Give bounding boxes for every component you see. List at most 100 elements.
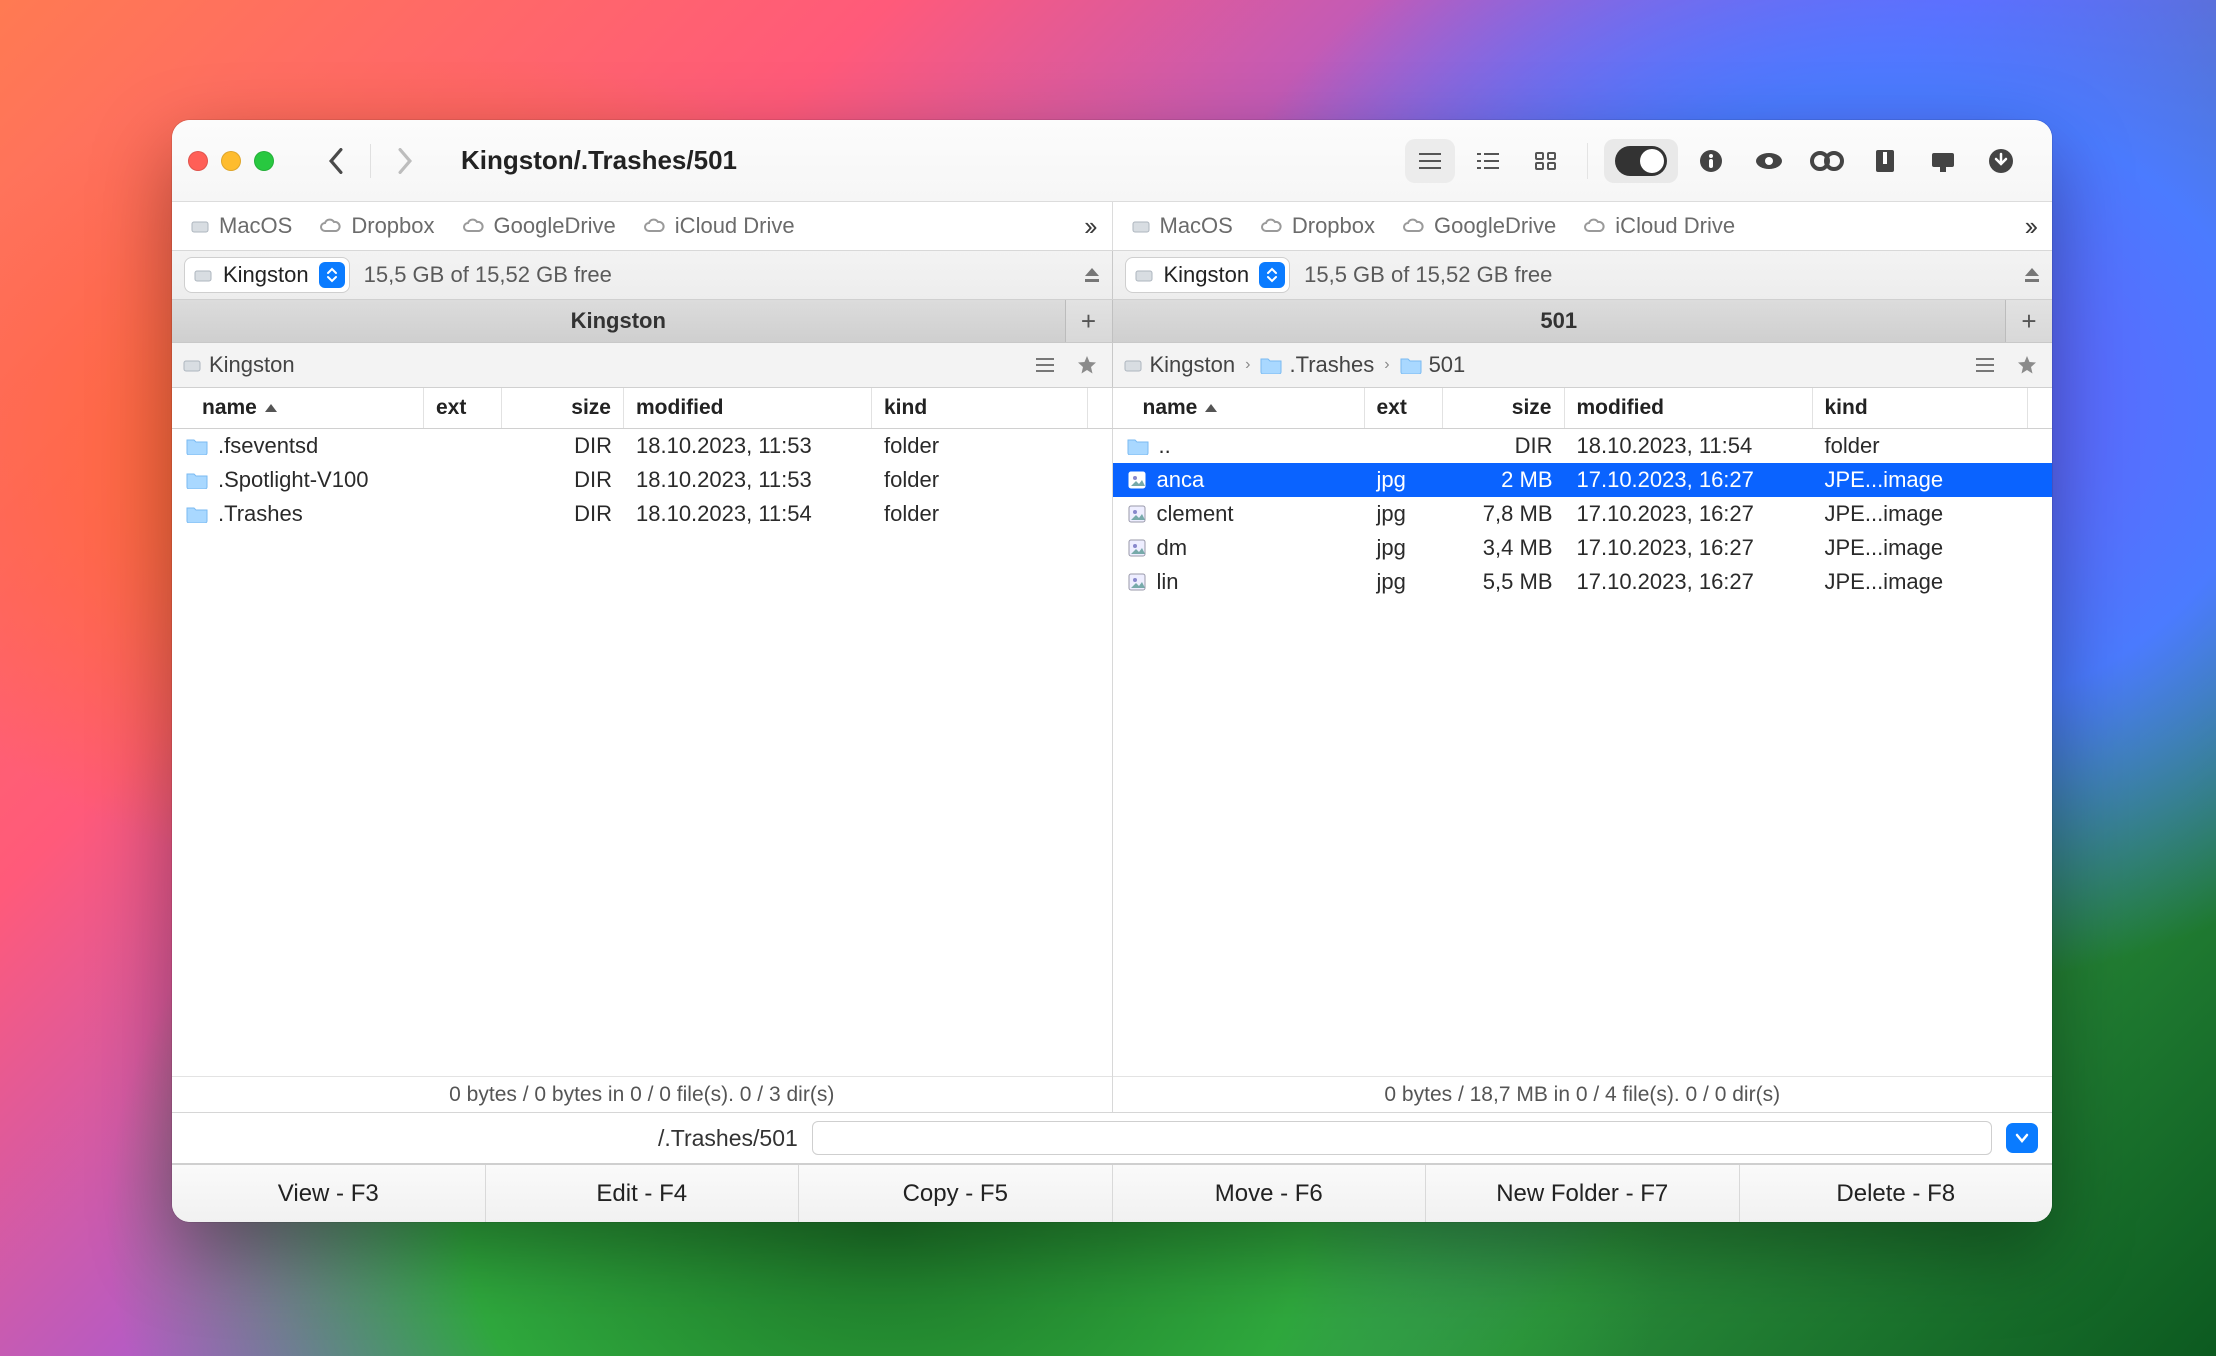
drive-row: Kingston 15,5 GB of 15,52 GB free Kingst… — [172, 251, 2052, 300]
col-size[interactable]: size — [1443, 388, 1565, 428]
file-panel-left: .fseventsdDIR18.10.2023, 11:53folder.Spo… — [172, 429, 1112, 1112]
minimize-button[interactable] — [221, 151, 241, 171]
eject-left-button[interactable] — [1082, 265, 1102, 285]
new-tab-right-button[interactable]: + — [2006, 300, 2052, 342]
col-kind[interactable]: kind — [872, 388, 1088, 428]
file-row[interactable]: linjpg5,5 MB17.10.2023, 16:27JPE...image — [1113, 565, 2053, 599]
favorites-left: MacOS Dropbox GoogleDrive iCloud Drive ›› — [172, 202, 1112, 250]
col-name[interactable]: name — [172, 388, 424, 428]
col-kind[interactable]: kind — [1813, 388, 2029, 428]
favorite-item[interactable]: GoogleDrive — [1401, 213, 1556, 239]
view-list-button[interactable] — [1405, 139, 1455, 183]
fkey-button[interactable]: New Folder - F7 — [1426, 1165, 1740, 1222]
breadcrumb-item[interactable]: Kingston — [1123, 352, 1236, 378]
download-button[interactable] — [1976, 139, 2026, 183]
info-button[interactable] — [1686, 139, 1736, 183]
close-button[interactable] — [188, 151, 208, 171]
forward-button[interactable] — [377, 137, 433, 185]
search-button[interactable] — [1802, 139, 1852, 183]
drive-selector-left[interactable]: Kingston — [184, 257, 350, 293]
tab-left[interactable]: Kingston — [172, 300, 1066, 342]
file-row[interactable]: .fseventsdDIR18.10.2023, 11:53folder — [172, 429, 1112, 463]
fkey-button[interactable]: Move - F6 — [1113, 1165, 1427, 1222]
list-mode-icon[interactable] — [1966, 348, 2004, 382]
view-columns-button[interactable] — [1463, 139, 1513, 183]
hidden-files-toggle[interactable] — [1604, 139, 1678, 183]
path-input[interactable] — [812, 1121, 1992, 1155]
file-row[interactable]: .TrashesDIR18.10.2023, 11:54folder — [172, 497, 1112, 531]
favorite-item[interactable]: iCloud Drive — [642, 213, 795, 239]
breadcrumb-item[interactable]: 501 — [1400, 352, 1466, 378]
file-row[interactable]: .Spotlight-V100DIR18.10.2023, 11:53folde… — [172, 463, 1112, 497]
app-window: Kingston /.Trashes/501 — [172, 120, 2052, 1222]
col-ext[interactable]: ext — [1365, 388, 1443, 428]
breadcrumb-item[interactable]: .Trashes — [1260, 352, 1374, 378]
favorites-row: MacOS Dropbox GoogleDrive iCloud Drive ›› Ma… — [172, 202, 2052, 251]
col-scroll — [1088, 388, 1112, 428]
zoom-button[interactable] — [254, 151, 274, 171]
col-modified[interactable]: modified — [1565, 388, 1813, 428]
favorite-item[interactable]: iCloud Drive — [1582, 213, 1735, 239]
file-panel-right: ..DIR18.10.2023, 11:54folderancajpg2 MB1… — [1112, 429, 2053, 1112]
view-icons-button[interactable] — [1521, 139, 1571, 183]
favorite-star-icon[interactable] — [1068, 348, 1106, 382]
file-panels: .fseventsdDIR18.10.2023, 11:53folder.Spo… — [172, 429, 2052, 1112]
col-modified[interactable]: modified — [624, 388, 872, 428]
list-mode-icon[interactable] — [1026, 348, 1064, 382]
path-dropdown-button[interactable] — [2006, 1123, 2038, 1153]
file-list-left[interactable]: .fseventsdDIR18.10.2023, 11:53folder.Spo… — [172, 429, 1112, 1076]
eject-right-button[interactable] — [2022, 265, 2042, 285]
col-size[interactable]: size — [502, 388, 624, 428]
file-row[interactable]: ancajpg2 MB17.10.2023, 16:27JPE...image — [1113, 463, 2053, 497]
share-button[interactable] — [1918, 139, 1968, 183]
window-title: Kingston/.Trashes/501 — [443, 145, 1395, 176]
breadcrumb-item[interactable]: Kingston — [182, 352, 295, 378]
breadcrumb-separator: › — [1384, 356, 1389, 374]
free-space-right: 15,5 GB of 15,52 GB free — [1304, 262, 1552, 288]
favorite-star-icon[interactable] — [2008, 348, 2046, 382]
tab-right[interactable]: 501 — [1113, 300, 2007, 342]
columns-row: name ext size modified kind name ext siz… — [172, 388, 2052, 429]
chevron-updown-icon — [1259, 262, 1285, 288]
free-space-left: 15,5 GB of 15,52 GB free — [364, 262, 612, 288]
favorite-item[interactable]: GoogleDrive — [461, 213, 616, 239]
archive-button[interactable] — [1860, 139, 1910, 183]
separator — [1587, 143, 1588, 179]
col-name[interactable]: name — [1113, 388, 1365, 428]
disk-icon — [193, 265, 213, 285]
window-controls — [188, 151, 292, 171]
breadcrumb-right: Kingston›.Trashes›501 — [1112, 343, 2053, 387]
file-row[interactable]: clementjpg7,8 MB17.10.2023, 16:27JPE...i… — [1113, 497, 2053, 531]
quicklook-button[interactable] — [1744, 139, 1794, 183]
fkey-button[interactable]: Delete - F8 — [1740, 1165, 2053, 1222]
nav-controls — [302, 137, 433, 185]
file-list-right[interactable]: ..DIR18.10.2023, 11:54folderancajpg2 MB1… — [1113, 429, 2053, 1076]
favorites-more-button[interactable]: ›› — [2025, 211, 2034, 242]
drive-selector-right[interactable]: Kingston — [1125, 257, 1291, 293]
col-ext[interactable]: ext — [424, 388, 502, 428]
favorite-item[interactable]: Dropbox — [1259, 213, 1375, 239]
tabs-row: Kingston + 501 + — [172, 300, 2052, 343]
status-left: 0 bytes / 0 bytes in 0 / 0 file(s). 0 / … — [172, 1076, 1112, 1112]
file-row[interactable]: ..DIR18.10.2023, 11:54folder — [1113, 429, 2053, 463]
columns-left: name ext size modified kind — [172, 388, 1112, 428]
fkey-bar: View - F3Edit - F4Copy - F5Move - F6New … — [172, 1164, 2052, 1222]
file-row[interactable]: dmjpg3,4 MB17.10.2023, 16:27JPE...image — [1113, 531, 2053, 565]
separator — [370, 144, 371, 178]
favorite-item[interactable]: Dropbox — [318, 213, 434, 239]
disk-icon — [1134, 265, 1154, 285]
favorites-right: MacOS Dropbox GoogleDrive iCloud Drive ›› — [1112, 202, 2053, 250]
favorites-more-button[interactable]: ›› — [1084, 211, 1093, 242]
drive-left: Kingston 15,5 GB of 15,52 GB free — [172, 251, 1112, 299]
fkey-button[interactable]: Edit - F4 — [486, 1165, 800, 1222]
new-tab-left-button[interactable]: + — [1066, 300, 1112, 342]
drive-right: Kingston 15,5 GB of 15,52 GB free — [1112, 251, 2053, 299]
favorite-item[interactable]: MacOS — [190, 213, 292, 239]
breadcrumb-row: Kingston Kingston›.Trashes›501 — [172, 343, 2052, 388]
fkey-button[interactable]: Copy - F5 — [799, 1165, 1113, 1222]
columns-right: name ext size modified kind — [1112, 388, 2053, 428]
path-bar: /.Trashes/501 — [172, 1112, 2052, 1164]
fkey-button[interactable]: View - F3 — [172, 1165, 486, 1222]
favorite-item[interactable]: MacOS — [1131, 213, 1233, 239]
back-button[interactable] — [308, 137, 364, 185]
